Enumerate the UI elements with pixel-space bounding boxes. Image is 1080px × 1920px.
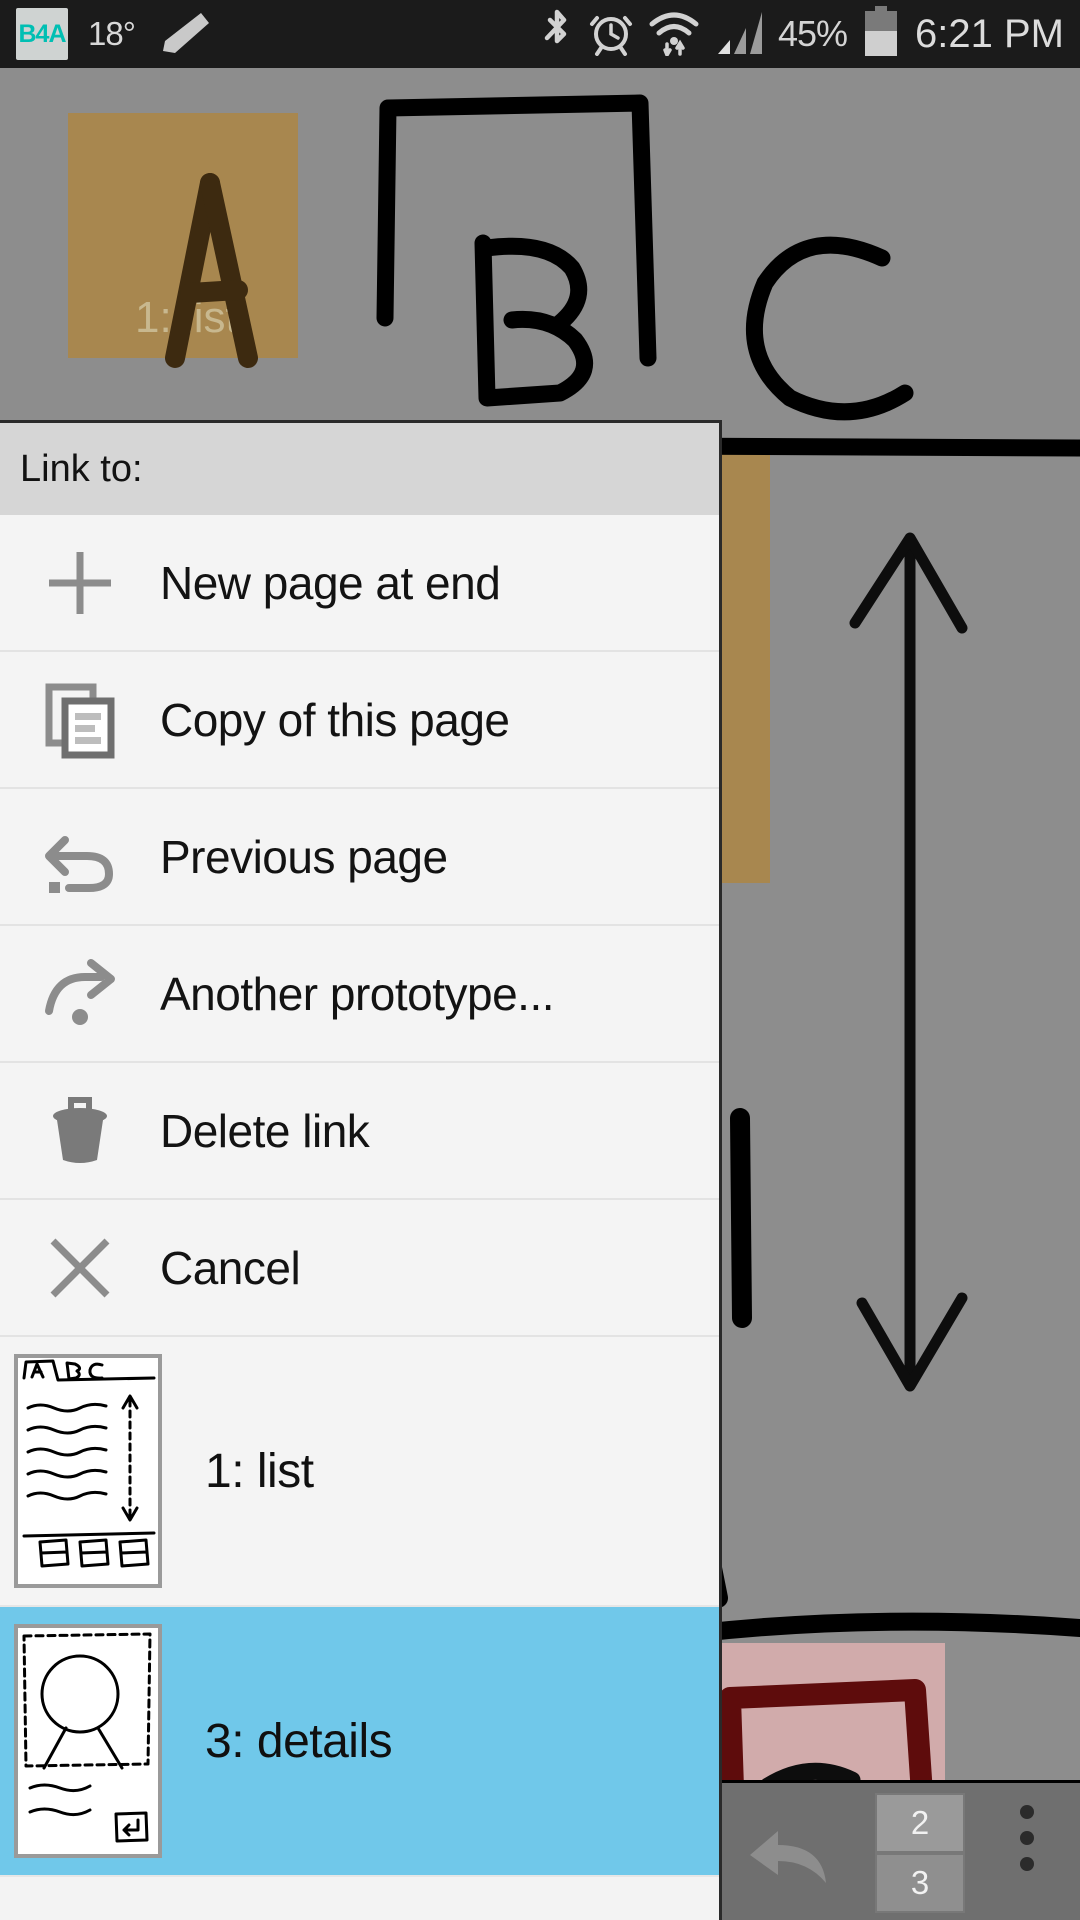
menu-item-delete-link[interactable]: Delete link [0,1063,719,1200]
battery-icon [861,5,901,63]
overflow-menu-icon[interactable] [1020,1805,1034,1871]
menu-item-label: Previous page [160,830,448,883]
page-indicator-bottom: 3 [875,1853,965,1913]
link-to-dialog: Link to: New page at end Copy of this pa… [0,420,722,1920]
page-indicator-top: 2 [875,1793,965,1853]
thumbnail-wrap [0,1354,175,1588]
page-indicator[interactable]: 2 3 [875,1793,965,1913]
temperature-label: 18° [88,15,136,52]
close-x-icon [0,1229,160,1307]
kebab-dot-1 [1020,1805,1034,1819]
page-list-item-label: 1: list [205,1444,314,1498]
status-bar-right: 45% 6:21 PM [540,5,1064,63]
menu-item-previous-page[interactable]: Previous page [0,789,719,926]
menu-item-new-page-at-end[interactable]: New page at end [0,515,719,652]
kebab-dot-3 [1020,1857,1034,1871]
details-wireframe-thumbnail [13,1624,162,1858]
menu-item-another-prototype[interactable]: Another prototype... [0,926,719,1063]
menu-item-label: Copy of this page [160,693,510,746]
menu-item-cancel[interactable]: Cancel [0,1200,719,1337]
menu-item-copy-of-this-page[interactable]: Copy of this page [0,652,719,789]
thumbnail-wrap [0,1624,175,1858]
status-bar-left: B4A 18° [16,8,211,60]
page-list-item-label: 3: details [205,1714,393,1768]
undo-icon[interactable] [730,1813,840,1898]
pen-icon [155,9,211,60]
copy-icon [0,681,160,759]
status-bar: B4A 18° 45% 6:21 PM [0,0,1080,68]
dialog-title: Link to: [0,423,719,515]
bluetooth-icon [540,8,574,61]
dialog-menu-list: New page at end Copy of this page Previo… [0,515,719,1337]
plus-icon [0,544,160,622]
signal-icon [714,8,764,61]
menu-item-label: New page at end [160,556,501,609]
redo-arrow-icon [0,955,160,1033]
undo-arrow-icon [0,818,160,896]
wifi-icon [648,8,700,61]
trash-icon [0,1092,160,1170]
menu-item-label: Cancel [160,1241,301,1294]
menu-item-label: Delete link [160,1104,370,1157]
page-list-item-3-details[interactable]: 3: details [0,1607,719,1877]
battery-percent-label: 45% [777,13,848,54]
b4a-app-icon[interactable]: B4A [16,8,68,60]
kebab-dot-2 [1020,1831,1034,1845]
screen-root: 1: list 2 3 Link to: New page at end Cop… [0,0,1080,1920]
clock-label: 6:21 PM [915,11,1064,56]
list-wireframe-thumbnail [13,1354,162,1588]
page-list-item-1-list[interactable]: 1: list [0,1337,719,1607]
menu-item-label: Another prototype... [160,967,555,1020]
alarm-icon [588,8,634,61]
